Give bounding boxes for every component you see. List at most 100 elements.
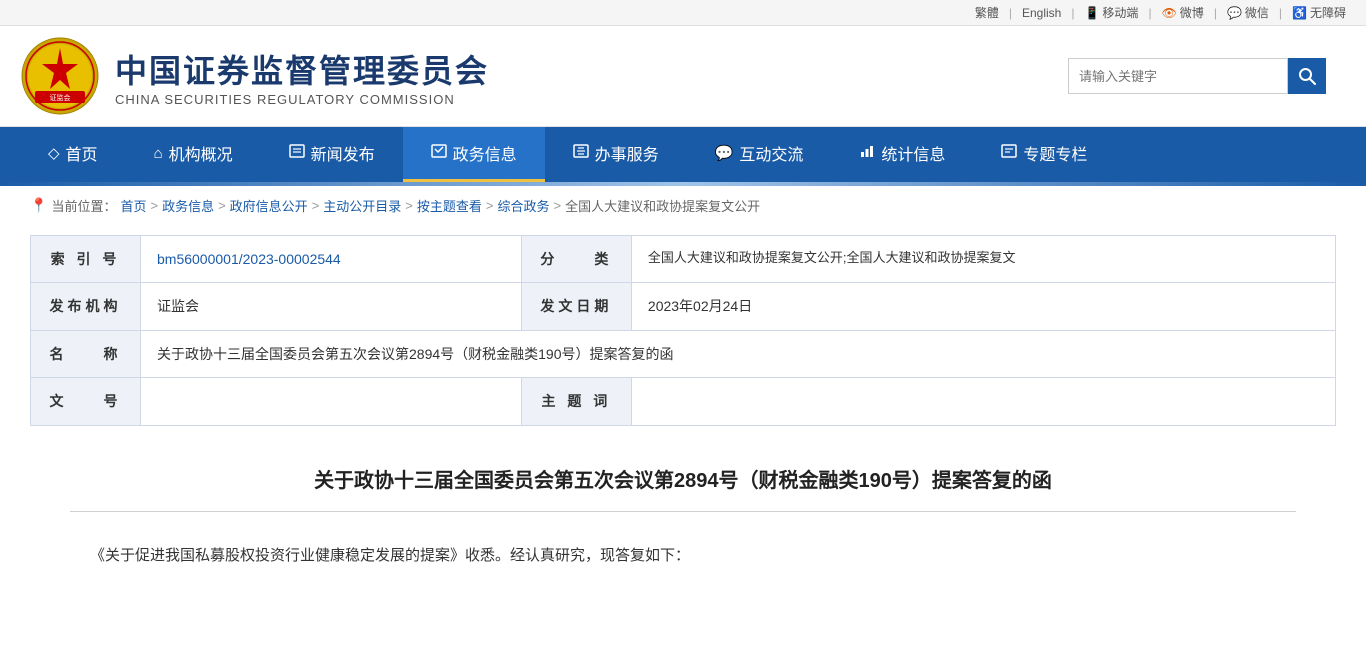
name-value: 关于政协十三届全国委员会第五次会议第2894号（财税金融类190号）提案答复的函: [141, 330, 1336, 377]
top-bar-links: 繁體 | English | 📱 移动端 | 👁 微博 | 💬 微信 | ♿ 无…: [975, 4, 1346, 21]
keywords-label: 主 题 词: [521, 378, 631, 425]
breadcrumb-by-topic[interactable]: 按主题查看: [417, 196, 482, 215]
breadcrumb-sep3: >: [312, 198, 320, 213]
traditional-link[interactable]: 繁體: [975, 4, 999, 21]
topics-svg-icon: [1001, 144, 1017, 158]
sep3: |: [1148, 6, 1151, 20]
doc-row-publisher: 发布机构 证监会 发文日期 2023年02月24日: [31, 283, 1336, 330]
name-label: 名 称: [31, 330, 141, 377]
breadcrumb-home[interactable]: 首页: [120, 196, 146, 215]
article-title: 关于政协十三届全国委员会第五次会议第2894号（财税金融类190号）提案答复的函: [30, 446, 1336, 511]
nav-item-topics[interactable]: 专题专栏: [973, 127, 1115, 182]
category-value: 全国人大建议和政协提案复文公开;全国人大建议和政协提案复文: [631, 236, 1335, 283]
location-icon: 📍: [30, 197, 47, 214]
publisher-label: 发布机构: [31, 283, 141, 330]
breadcrumb-sep6: >: [554, 198, 562, 213]
logo-chinese: 中国证券监督管理委员会: [115, 46, 489, 92]
nav-item-about[interactable]: ⌂ 机构概况: [126, 127, 261, 182]
sep2: |: [1071, 6, 1074, 20]
sep5: |: [1279, 6, 1282, 20]
article-divider: [70, 511, 1296, 512]
nav-item-policy[interactable]: 政务信息: [403, 127, 545, 182]
nav-label-news: 新闻发布: [311, 141, 375, 165]
news-svg-icon: [289, 144, 305, 158]
search-input[interactable]: [1068, 58, 1288, 94]
nav-bar: ◇ 首页 ⌂ 机构概况 新闻发布 政务信息: [0, 127, 1366, 182]
home-icon: ◇: [48, 144, 60, 162]
nav-item-home[interactable]: ◇ 首页: [20, 127, 126, 182]
breadcrumb-sep2: >: [218, 198, 226, 213]
nav-item-interact[interactable]: 💬 互动交流: [687, 127, 832, 182]
doc-row-ref: 索 引 号 bm56000001/2023-00002544 分 类 全国人大建…: [31, 236, 1336, 283]
nav-label-interact: 互动交流: [739, 141, 803, 165]
weibo-item: 👁 微博: [1162, 4, 1204, 21]
nav-label-policy: 政务信息: [453, 141, 517, 165]
ref-label: 索 引 号: [31, 236, 141, 283]
topics-icon: [1001, 144, 1017, 162]
search-icon: [1298, 67, 1316, 85]
interact-icon: 💬: [715, 144, 734, 162]
top-bar: 繁體 | English | 📱 移动端 | 👁 微博 | 💬 微信 | ♿ 无…: [0, 0, 1366, 26]
breadcrumb-general[interactable]: 综合政务: [498, 196, 550, 215]
services-svg-icon: [573, 144, 589, 158]
nav-label-about: 机构概况: [169, 141, 233, 165]
date-label: 发文日期: [521, 283, 631, 330]
logo-text: 中国证券监督管理委员会 CHINA SECURITIES REGULATORY …: [115, 46, 489, 107]
doc-row-docnum: 文 号 主 题 词: [31, 378, 1336, 425]
sep4: |: [1214, 6, 1217, 20]
article-body: 《关于促进我国私募股权投资行业健康稳定发展的提案》收悉。经认真研究，现答复如下：: [30, 532, 1336, 579]
doc-row-name: 名 称 关于政协十三届全国委员会第五次会议第2894号（财税金融类190号）提案…: [31, 330, 1336, 377]
sep1: |: [1009, 6, 1012, 20]
publisher-value: 证监会: [141, 283, 522, 330]
breadcrumb-policy[interactable]: 政务信息: [162, 196, 214, 215]
accessible-link[interactable]: 无障碍: [1310, 4, 1346, 21]
logo-emblem: 证监会: [20, 36, 100, 116]
news-icon: [289, 144, 305, 162]
breadcrumb-prefix: 当前位置：: [51, 196, 116, 215]
search-area: [1068, 58, 1326, 94]
policy-icon: [431, 144, 447, 162]
nav-label-topics: 专题专栏: [1023, 141, 1087, 165]
breadcrumb-govinfo[interactable]: 政府信息公开: [230, 196, 308, 215]
services-icon: [573, 144, 589, 162]
policy-svg-icon: [431, 144, 447, 158]
weibo-link[interactable]: 微博: [1180, 4, 1204, 21]
mobile-icon: 📱: [1084, 6, 1099, 20]
mobile-item: 📱 移动端: [1084, 4, 1138, 21]
date-value: 2023年02月24日: [631, 283, 1335, 330]
accessible-icon: ♿: [1292, 6, 1307, 20]
about-icon: ⌂: [154, 145, 163, 162]
logo-english: CHINA SECURITIES REGULATORY COMMISSION: [115, 92, 489, 107]
breadcrumb-active-dir[interactable]: 主动公开目录: [323, 196, 401, 215]
breadcrumb: 📍 当前位置： 首页 > 政务信息 > 政府信息公开 > 主动公开目录 > 按主…: [0, 186, 1366, 225]
main-content: 索 引 号 bm56000001/2023-00002544 分 类 全国人大建…: [0, 225, 1366, 599]
keywords-value: [631, 378, 1335, 425]
logo-area: 证监会 中国证券监督管理委员会 CHINA SECURITIES REGULAT…: [20, 36, 489, 116]
search-button[interactable]: [1288, 58, 1326, 94]
header: 证监会 中国证券监督管理委员会 CHINA SECURITIES REGULAT…: [0, 26, 1366, 127]
nav-label-stats: 统计信息: [881, 141, 945, 165]
nav-item-news[interactable]: 新闻发布: [261, 127, 403, 182]
docnum-value: [141, 378, 522, 425]
nav-label-home: 首页: [66, 141, 98, 165]
breadcrumb-sep1: >: [150, 198, 158, 213]
stats-svg-icon: [859, 144, 875, 158]
breadcrumb-sep5: >: [486, 198, 494, 213]
ref-value: bm56000001/2023-00002544: [141, 236, 522, 283]
accessible-item: ♿ 无障碍: [1292, 4, 1346, 21]
mobile-link[interactable]: 移动端: [1102, 4, 1138, 21]
svg-text:证监会: 证监会: [50, 93, 71, 102]
breadcrumb-current: 全国人大建议和政协提案复文公开: [565, 196, 760, 215]
stats-icon: [859, 144, 875, 162]
weixin-icon: 💬: [1227, 6, 1242, 20]
nav-item-services[interactable]: 办事服务: [545, 127, 687, 182]
english-link[interactable]: English: [1022, 6, 1061, 20]
weibo-icon: 👁: [1162, 6, 1177, 20]
nav-label-services: 办事服务: [595, 141, 659, 165]
docnum-label: 文 号: [31, 378, 141, 425]
nav-item-stats[interactable]: 统计信息: [831, 127, 973, 182]
breadcrumb-sep4: >: [405, 198, 413, 213]
weixin-item: 💬 微信: [1227, 4, 1269, 21]
doc-info-table: 索 引 号 bm56000001/2023-00002544 分 类 全国人大建…: [30, 235, 1336, 426]
weixin-link[interactable]: 微信: [1245, 4, 1269, 21]
